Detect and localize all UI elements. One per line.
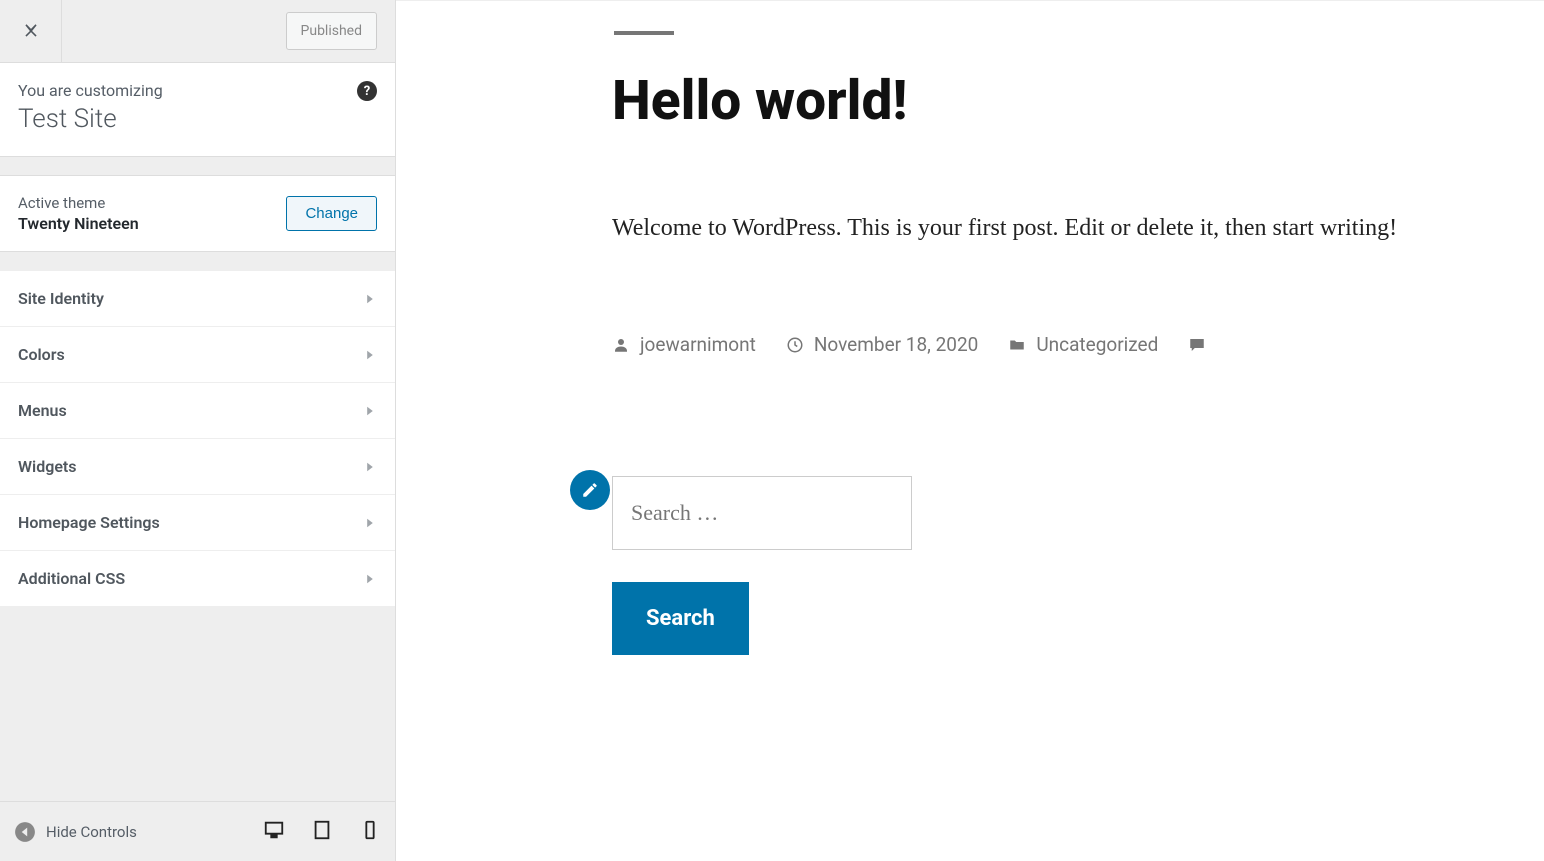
person-icon (612, 336, 630, 354)
post-content: Welcome to WordPress. This is your first… (612, 203, 1472, 253)
panel-label: Widgets (18, 457, 77, 476)
change-theme-button[interactable]: Change (286, 196, 377, 231)
chevron-right-icon (363, 404, 377, 418)
folder-icon (1008, 336, 1026, 354)
sidebar-top-bar: Published (0, 0, 395, 63)
theme-name: Twenty Nineteen (18, 214, 139, 233)
active-theme-label: Active theme (18, 194, 139, 212)
panel-additional-css[interactable]: Additional CSS (0, 551, 395, 607)
edit-widget-button[interactable] (570, 470, 610, 510)
post-author-name: joewarnimont (640, 333, 756, 356)
desktop-device-button[interactable] (263, 819, 285, 845)
post-comments[interactable] (1188, 336, 1206, 354)
hide-controls-label: Hide Controls (46, 823, 137, 841)
panel-homepage-settings[interactable]: Homepage Settings (0, 495, 395, 551)
post-category-text: Uncategorized (1036, 333, 1158, 356)
hide-controls-button[interactable]: Hide Controls (14, 821, 137, 843)
chevron-right-icon (363, 516, 377, 530)
post-date-text: November 18, 2020 (814, 333, 979, 356)
entry-divider (614, 31, 674, 35)
tablet-device-button[interactable] (311, 819, 333, 845)
sidebar-info: You are customizing Test Site ? (0, 63, 395, 157)
pencil-icon (581, 481, 599, 499)
chevron-right-icon (363, 348, 377, 362)
search-widget: Search (612, 476, 1472, 655)
panel-label: Site Identity (18, 289, 104, 308)
theme-row: Active theme Twenty Nineteen Change (0, 175, 395, 252)
post-title[interactable]: Hello world! (612, 69, 1472, 133)
panel-label: Homepage Settings (18, 513, 160, 532)
post-category[interactable]: Uncategorized (1008, 333, 1158, 356)
tablet-icon (311, 819, 333, 841)
mobile-icon (359, 819, 381, 841)
post-date[interactable]: November 18, 2020 (786, 333, 979, 356)
help-icon[interactable]: ? (357, 81, 377, 101)
panel-menus[interactable]: Menus (0, 383, 395, 439)
search-input[interactable] (612, 476, 912, 550)
panel-label: Colors (18, 345, 65, 364)
sidebar-footer: Hide Controls (0, 801, 395, 861)
chevron-right-icon (363, 460, 377, 474)
device-icons (263, 819, 381, 845)
search-button[interactable]: Search (612, 582, 749, 655)
published-button[interactable]: Published (286, 12, 377, 50)
panel-label: Additional CSS (18, 569, 125, 588)
customizer-sidebar: Published You are customizing Test Site … (0, 0, 396, 861)
chevron-right-icon (363, 292, 377, 306)
site-name: Test Site (18, 104, 377, 134)
post-meta: joewarnimont November 18, 2020 Uncategor… (612, 333, 1472, 356)
panel-site-identity[interactable]: Site Identity (0, 270, 395, 327)
customizing-label: You are customizing (18, 81, 377, 100)
panel-list: Site Identity Colors Menus Widgets Homep… (0, 270, 395, 607)
close-button[interactable] (0, 0, 62, 62)
close-icon (21, 21, 41, 41)
panel-label: Menus (18, 401, 67, 420)
desktop-icon (263, 819, 285, 841)
clock-icon (786, 336, 804, 354)
mobile-device-button[interactable] (359, 819, 381, 845)
chevron-right-icon (363, 572, 377, 586)
preview-pane: Hello world! Welcome to WordPress. This … (396, 0, 1544, 861)
post-author[interactable]: joewarnimont (612, 333, 756, 356)
panel-widgets[interactable]: Widgets (0, 439, 395, 495)
collapse-icon (14, 821, 36, 843)
panel-colors[interactable]: Colors (0, 327, 395, 383)
comment-icon (1188, 336, 1206, 354)
